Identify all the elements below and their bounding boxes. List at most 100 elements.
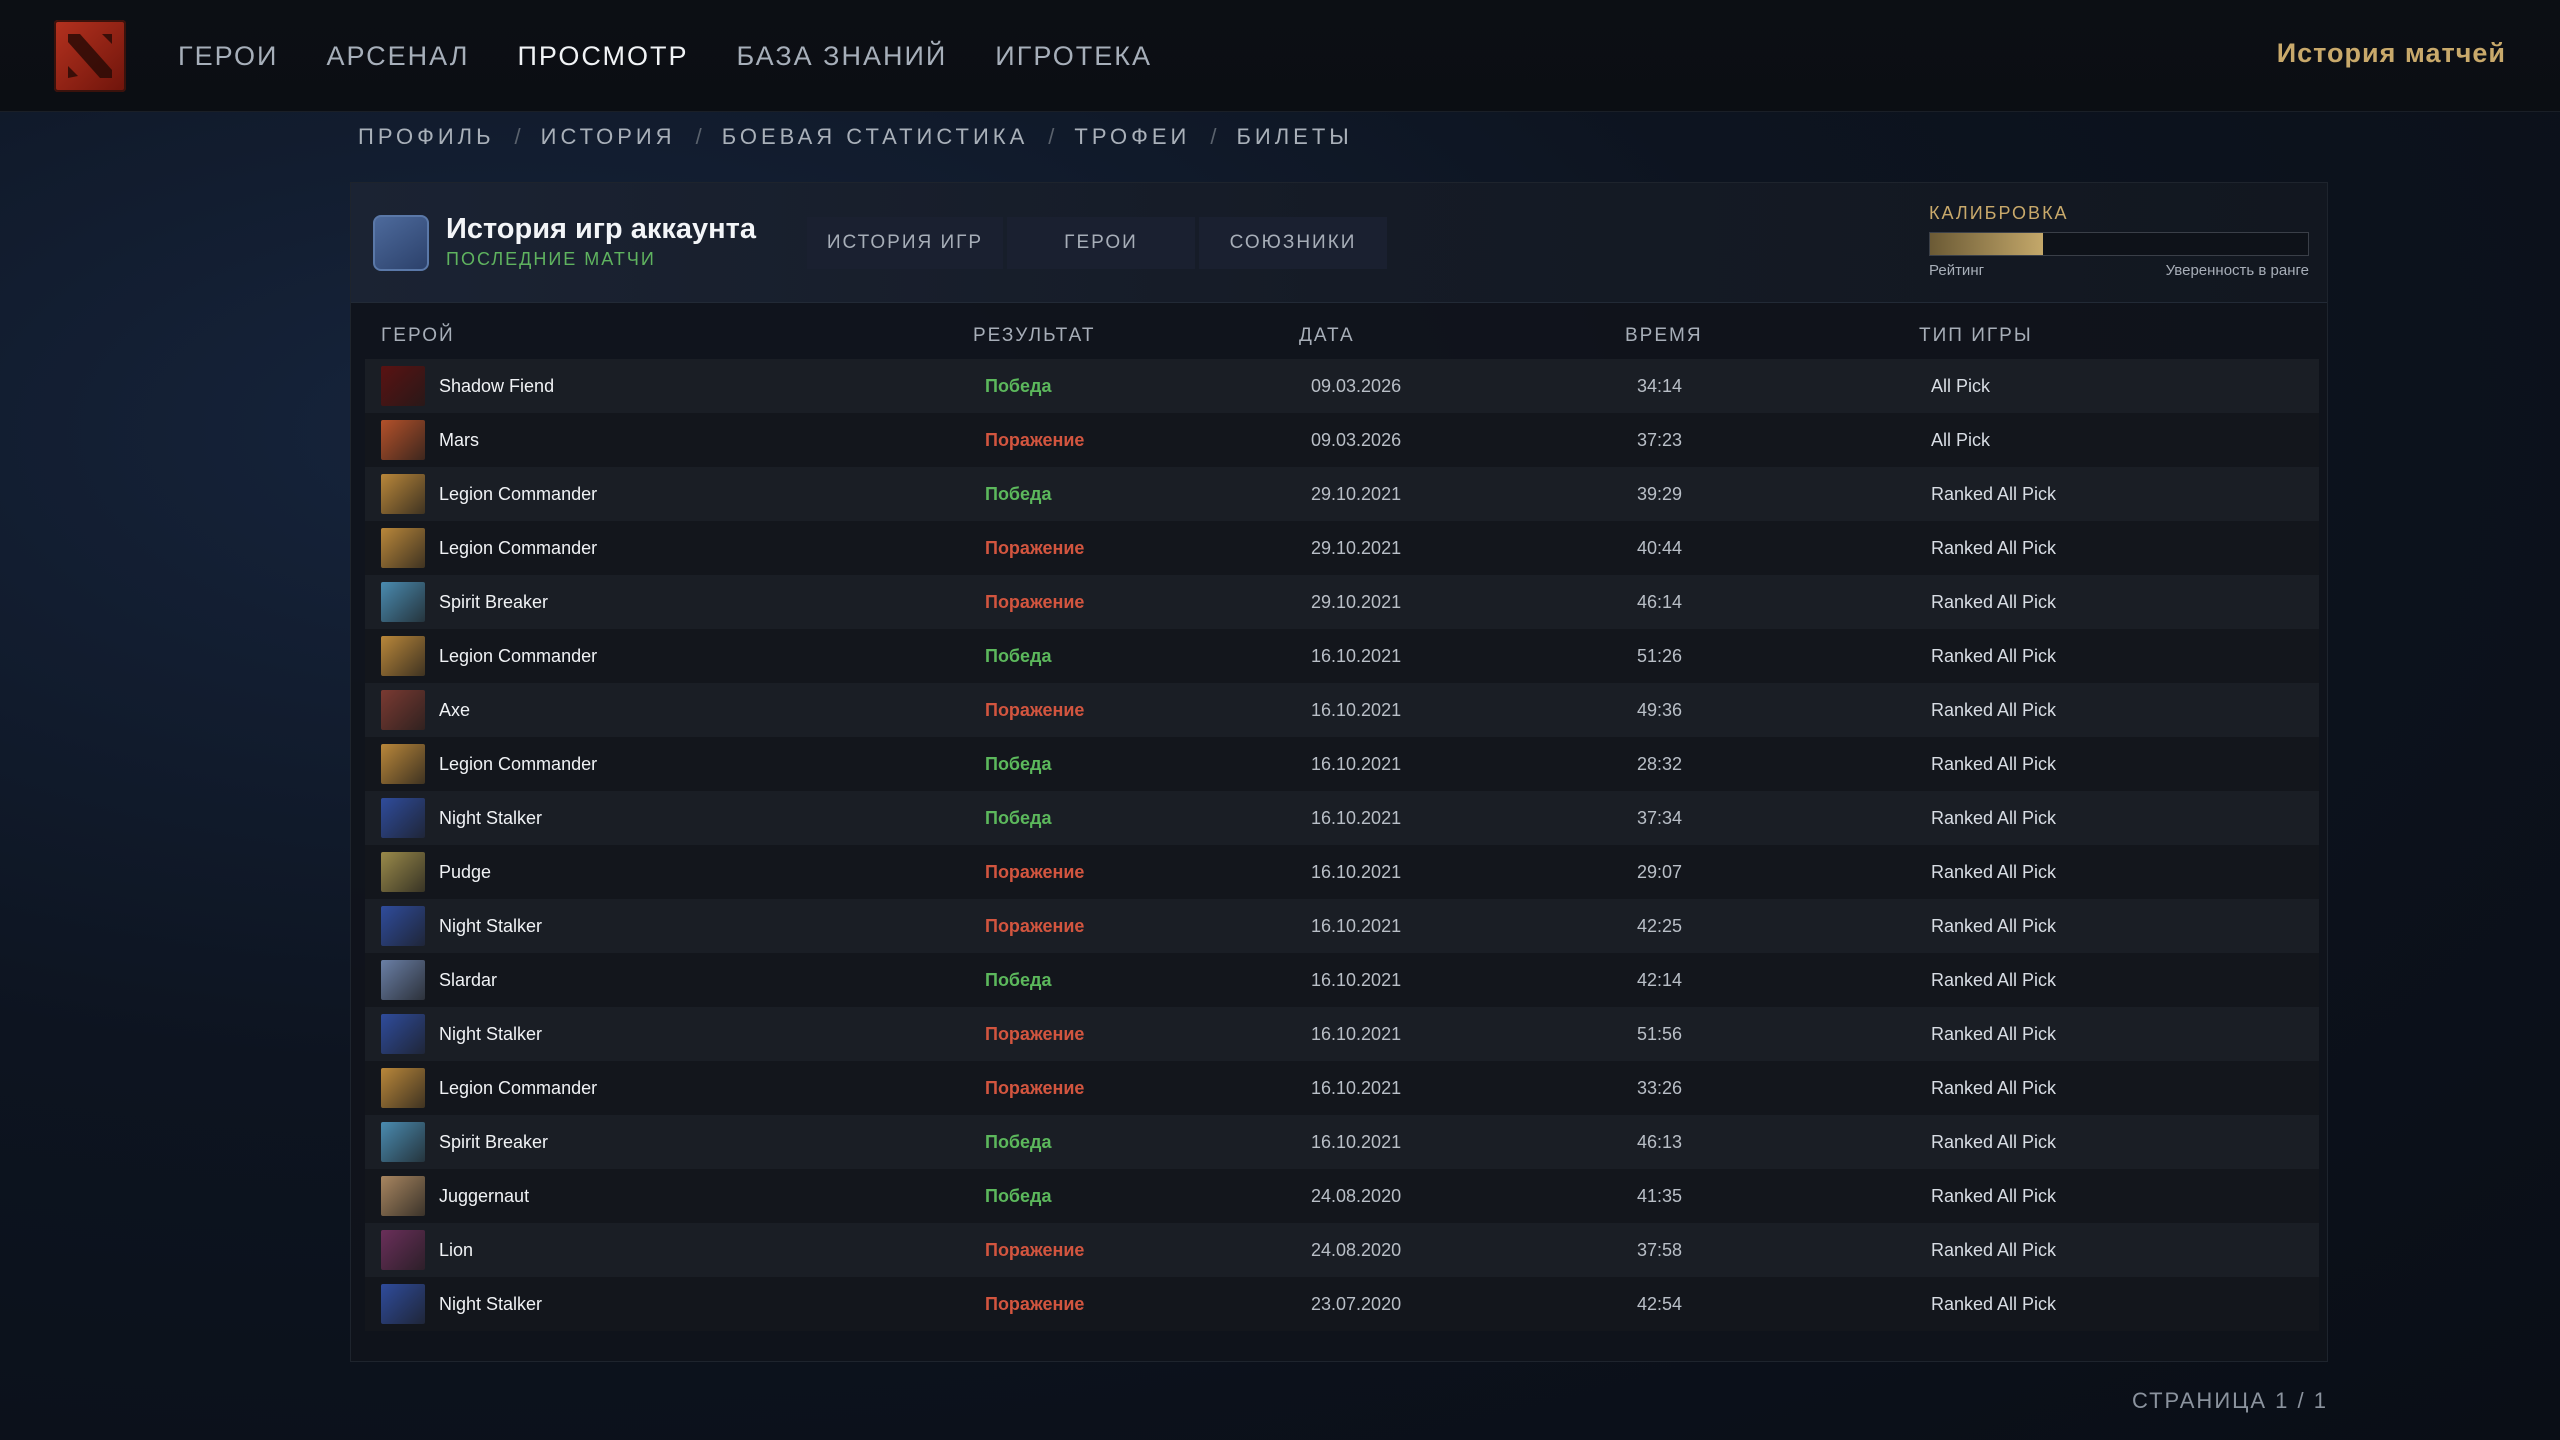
game-mode: Ranked All Pick bbox=[1931, 861, 2057, 882]
hero-name: Legion Commander bbox=[439, 1077, 598, 1098]
hero-portrait-icon bbox=[381, 366, 425, 406]
nav-item-2[interactable]: ПРОСМОТР bbox=[518, 41, 689, 72]
match-date: 16.10.2021 bbox=[1311, 807, 1402, 828]
hero-name: Slardar bbox=[439, 969, 498, 990]
match-result: Победа bbox=[985, 1131, 1052, 1152]
table-header: ГЕРОЙ РЕЗУЛЬТАТ ДАТА ВРЕМЯ ТИП ИГРЫ bbox=[381, 325, 2297, 355]
hero-name: Pudge bbox=[439, 861, 492, 882]
table-row[interactable]: Shadow Fiend Победа 09.03.2026 34:14 All Pic… bbox=[365, 359, 2319, 413]
hero-portrait-icon bbox=[381, 474, 425, 514]
match-duration: 37:23 bbox=[1637, 429, 1683, 450]
game-mode: Ranked All Pick bbox=[1931, 969, 2057, 990]
table-row[interactable]: Mars Поражение 09.03.2026 37:23 All Pick bbox=[365, 413, 2319, 467]
match-date: 16.10.2021 bbox=[1311, 753, 1402, 774]
column-header-date[interactable]: ДАТА bbox=[1299, 325, 1355, 347]
table-row[interactable]: Slardar Победа 16.10.2021 42:14 Ranked All P… bbox=[365, 953, 2319, 1007]
avatar[interactable] bbox=[373, 215, 429, 271]
column-header-duration[interactable]: ВРЕМЯ bbox=[1625, 325, 1703, 347]
tab-match-history[interactable]: ИСТОРИЯ ИГР bbox=[807, 217, 1003, 269]
match-duration: 28:32 bbox=[1637, 753, 1683, 774]
match-result: Поражение bbox=[985, 1239, 1085, 1260]
table-row[interactable]: Lion Поражение 24.08.2020 37:58 Ranked All P… bbox=[365, 1223, 2319, 1277]
table-row[interactable]: Pudge Поражение 16.10.2021 29:07 Ranked All … bbox=[365, 845, 2319, 899]
table-row[interactable]: Juggernaut Победа 24.08.2020 41:35 Ranked Al… bbox=[365, 1169, 2319, 1223]
sub-nav-item-3[interactable]: ТРОФЕИ bbox=[1074, 124, 1190, 150]
sub-nav-item-4[interactable]: БИЛЕТЫ bbox=[1236, 124, 1352, 150]
match-result: Поражение bbox=[985, 699, 1085, 720]
rank-confidence-caption: Уверенность в ранге bbox=[2165, 262, 2309, 279]
nav-item-4[interactable]: ИГРОТЕКА bbox=[995, 41, 1152, 72]
panel-title: История игр аккаунта bbox=[446, 213, 756, 245]
sub-nav-item-1[interactable]: ИСТОРИЯ bbox=[541, 124, 676, 150]
table-row[interactable]: Axe Поражение 16.10.2021 49:36 Ranked All Pi… bbox=[365, 683, 2319, 737]
match-duration: 42:25 bbox=[1637, 915, 1683, 936]
panel-header: История игр аккаунта ПОСЛЕДНИЕ МАТЧИ ИСТ… bbox=[351, 183, 2327, 303]
hero-name: Legion Commander bbox=[439, 537, 598, 558]
hero-portrait-icon bbox=[381, 528, 425, 568]
rating-caption: Рейтинг bbox=[1929, 262, 1985, 279]
game-mode: Ranked All Pick bbox=[1931, 591, 2057, 612]
game-mode: Ranked All Pick bbox=[1931, 807, 2057, 828]
match-date: 09.03.2026 bbox=[1311, 375, 1402, 396]
panel-subtitle: ПОСЛЕДНИЕ МАТЧИ bbox=[446, 249, 656, 269]
column-header-game-mode[interactable]: ТИП ИГРЫ bbox=[1919, 325, 2033, 347]
match-duration: 34:14 bbox=[1637, 375, 1683, 396]
game-mode: Ranked All Pick bbox=[1931, 645, 2057, 666]
match-date: 16.10.2021 bbox=[1311, 969, 1402, 990]
table-row[interactable]: Night Stalker Поражение 16.10.2021 51:56 Ran… bbox=[365, 1007, 2319, 1061]
column-header-hero[interactable]: ГЕРОЙ bbox=[381, 325, 455, 347]
hero-portrait-icon bbox=[381, 1068, 425, 1108]
table-row[interactable]: Spirit Breaker Победа 16.10.2021 46:13 Ranke… bbox=[365, 1115, 2319, 1169]
match-result: Поражение bbox=[985, 915, 1085, 936]
nav-item-0[interactable]: ГЕРОИ bbox=[178, 41, 278, 72]
game-mode: Ranked All Pick bbox=[1931, 1185, 2057, 1206]
table-row[interactable]: Night Stalker Поражение 23.07.2020 42:54 Ran… bbox=[365, 1277, 2319, 1331]
match-result: Поражение bbox=[985, 1293, 1085, 1314]
game-mode: Ranked All Pick bbox=[1931, 1239, 2057, 1260]
calibration-label: КАЛИБРОВКА bbox=[1929, 203, 2069, 223]
breadcrumb-separator: / bbox=[1210, 124, 1217, 149]
hero-name: Spirit Breaker bbox=[439, 1131, 549, 1152]
pagination-label: СТРАНИЦА 1 / 1 bbox=[2131, 1388, 2328, 1413]
hero-portrait-icon bbox=[381, 1230, 425, 1270]
table-row[interactable]: Night Stalker Победа 16.10.2021 37:34 Ranked… bbox=[365, 791, 2319, 845]
breadcrumb-separator: / bbox=[514, 124, 521, 149]
tab-allies[interactable]: СОЮЗНИКИ bbox=[1199, 217, 1387, 269]
hero-portrait-icon bbox=[381, 690, 425, 730]
table-row[interactable]: Legion Commander Поражение 29.10.2021 40:44… bbox=[365, 521, 2319, 575]
dota-logo-icon[interactable] bbox=[54, 20, 126, 92]
column-header-result[interactable]: РЕЗУЛЬТАТ bbox=[973, 325, 1095, 347]
hero-name: Night Stalker bbox=[439, 1293, 543, 1314]
hero-portrait-icon bbox=[381, 960, 425, 1000]
hero-name: Legion Commander bbox=[439, 483, 598, 504]
table-row[interactable]: Legion Commander Победа 29.10.2021 39:29 Ran… bbox=[365, 467, 2319, 521]
game-mode: Ranked All Pick bbox=[1931, 753, 2057, 774]
sub-nav-item-0[interactable]: ПРОФИЛЬ bbox=[358, 124, 495, 150]
hero-portrait-icon bbox=[381, 420, 425, 460]
hero-portrait-icon bbox=[381, 852, 425, 892]
match-duration: 51:56 bbox=[1637, 1023, 1683, 1044]
table-row[interactable]: Legion Commander Поражение 16.10.2021 33:26… bbox=[365, 1061, 2319, 1115]
hero-portrait-icon bbox=[381, 1014, 425, 1054]
sub-navigation: ПРОФИЛЬ / ИСТОРИЯ / БОЕВАЯ СТАТИСТИКА / ТРОФЕИ… bbox=[358, 124, 1353, 150]
match-result: Поражение bbox=[985, 1023, 1085, 1044]
table-row[interactable]: Night Stalker Поражение 16.10.2021 42:25 Ran… bbox=[365, 899, 2319, 953]
tab-heroes[interactable]: ГЕРОИ bbox=[1007, 217, 1195, 269]
match-duration: 37:58 bbox=[1637, 1239, 1683, 1260]
match-result: Победа bbox=[985, 969, 1052, 990]
table-row[interactable]: Legion Commander Победа 16.10.2021 28:32 Ran… bbox=[365, 737, 2319, 791]
top-navigation-bar: ГЕРОИ АРСЕНАЛ ПРОСМОТР БАЗА ЗНАНИЙ ИГРОТЕКА … bbox=[0, 0, 2560, 112]
hero-name: Legion Commander bbox=[439, 645, 598, 666]
table-row[interactable]: Spirit Breaker Поражение 29.10.2021 46:14 Ra… bbox=[365, 575, 2319, 629]
breadcrumb-separator: / bbox=[1048, 124, 1055, 149]
panel-tabs: ИСТОРИЯ ИГР ГЕРОИ СОЮЗНИКИ bbox=[807, 217, 1387, 269]
nav-item-3[interactable]: БАЗА ЗНАНИЙ bbox=[737, 41, 948, 72]
match-history-panel: История игр аккаунта ПОСЛЕДНИЕ МАТЧИ ИСТ… bbox=[350, 182, 2328, 1362]
match-result: Поражение bbox=[985, 591, 1085, 612]
match-history-title: История матчей bbox=[2276, 38, 2506, 68]
hero-name: Juggernaut bbox=[439, 1185, 530, 1206]
sub-nav-item-2[interactable]: БОЕВАЯ СТАТИСТИКА bbox=[722, 124, 1029, 150]
nav-item-1[interactable]: АРСЕНАЛ bbox=[326, 41, 469, 72]
match-duration: 39:29 bbox=[1637, 483, 1683, 504]
table-row[interactable]: Legion Commander Победа 16.10.2021 51:26 Ran… bbox=[365, 629, 2319, 683]
